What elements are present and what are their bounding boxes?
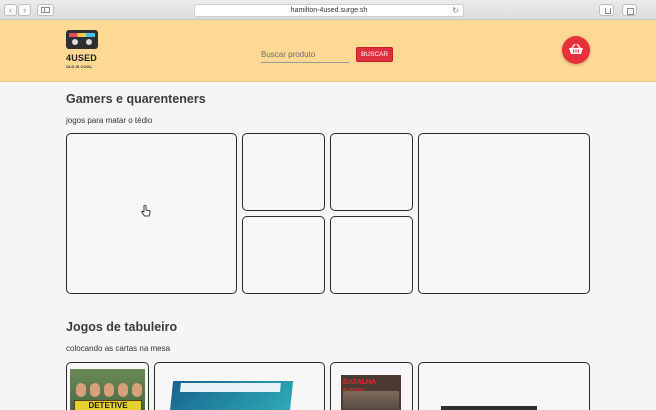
search-button[interactable]: BUSCAR [356, 47, 393, 62]
browser-toolbar: ‹ › hamilton-4used.surge.sh ↻ [0, 0, 656, 20]
product-card-batalha-naval[interactable]: BATALHA NAVAL [330, 362, 413, 410]
section-subtitle-tabuleiro: colocando as cartas na mesa [66, 344, 171, 353]
section-title-gamers: Gamers e quarenteners [66, 92, 206, 106]
brand-name: 4USED [66, 53, 98, 63]
product-card[interactable] [330, 133, 413, 211]
cart-button[interactable] [562, 36, 590, 64]
site-header: 4USED OLD IS COOL. BUSCAR [0, 20, 656, 82]
product-card-detetive[interactable]: DETETIVE [66, 362, 149, 410]
detetive-title: DETETIVE [74, 400, 142, 410]
sidebar-toggle-button[interactable] [37, 4, 54, 16]
brand-logo[interactable]: 4USED OLD IS COOL. [66, 30, 100, 69]
section-subtitle-gamers: jogos para matar o tédio [66, 116, 153, 125]
product-card[interactable] [418, 362, 590, 410]
product-card[interactable] [66, 133, 237, 294]
address-bar[interactable]: hamilton-4used.surge.sh ↻ [194, 4, 464, 17]
back-button[interactable]: ‹ [4, 4, 17, 16]
board-game-box-art [441, 406, 537, 410]
sidebar-icon [41, 7, 50, 13]
product-card[interactable] [330, 216, 413, 294]
share-button[interactable] [599, 4, 614, 16]
product-card[interactable] [242, 216, 325, 294]
forward-button[interactable]: › [18, 4, 31, 16]
brand-tagline: OLD IS COOL. [66, 64, 94, 69]
search-input[interactable] [261, 47, 349, 63]
detetive-box-art: DETETIVE [70, 369, 145, 410]
tabs-overview-button[interactable] [622, 4, 637, 16]
hand-cursor-icon [141, 205, 151, 217]
board-game-box-art [168, 381, 294, 410]
basket-icon [569, 44, 583, 54]
product-card[interactable] [154, 362, 325, 410]
product-card[interactable] [418, 133, 590, 294]
cassette-icon [66, 30, 98, 49]
reload-icon[interactable]: ↻ [452, 5, 459, 16]
batalha-naval-box-art: BATALHA NAVAL [341, 375, 401, 410]
section-title-tabuleiro: Jogos de tabuleiro [66, 320, 178, 334]
url-text: hamilton-4used.surge.sh [290, 7, 368, 14]
product-card[interactable] [242, 133, 325, 211]
